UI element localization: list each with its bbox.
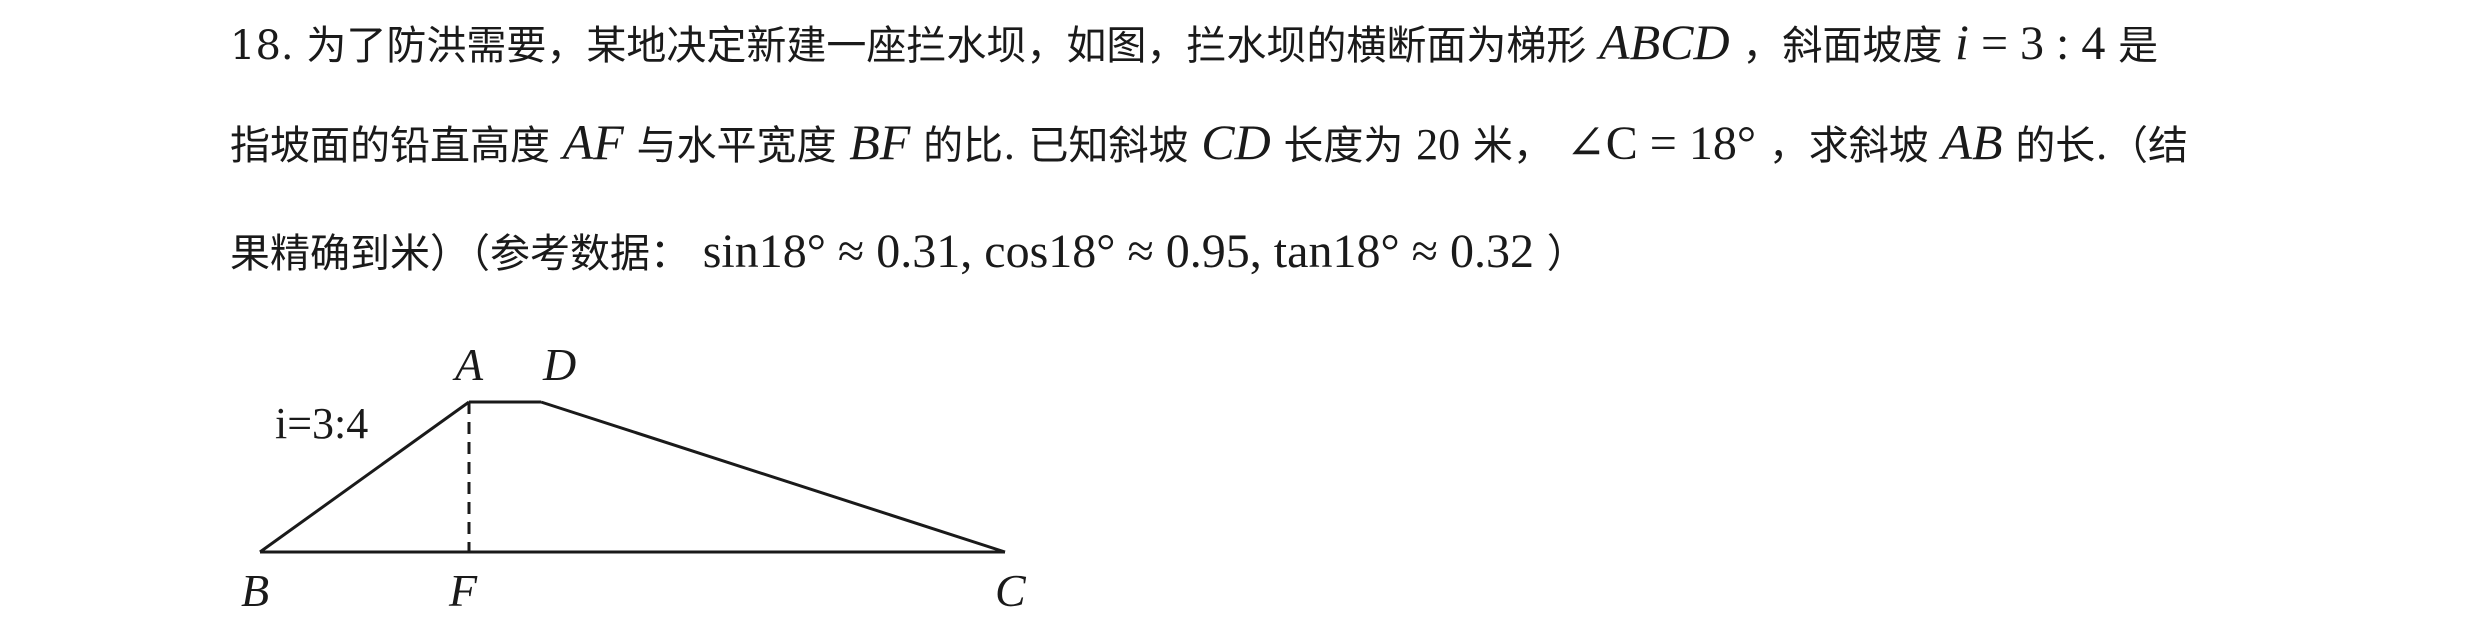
- text-segment: 与水平宽度: [636, 123, 837, 169]
- dam-cross-section-figure: A D B F C i=3:4: [225, 330, 1085, 630]
- text-segment: ，斜面坡度: [1742, 23, 1943, 69]
- trapezoid-outline: [259, 400, 1006, 554]
- math-af: AF: [562, 114, 624, 170]
- length-value: 20: [1416, 120, 1461, 169]
- problem-number: 18.: [230, 23, 294, 69]
- math-slope-ratio: = 3 : 4: [1968, 17, 2106, 70]
- math-cd: CD: [1201, 114, 1271, 170]
- text-segment: ，求斜坡: [1768, 123, 1929, 169]
- text-segment: 指坡面的铅直高度: [230, 123, 550, 169]
- text-segment: 是: [2118, 23, 2159, 69]
- problem-line-3: 果精确到米）（参考数据： sin18° ≈ 0.31, cos18° ≈ 0.9…: [230, 222, 1587, 284]
- math-trapezoid: ABCD: [1599, 14, 1730, 70]
- text-segment: 果精确到米）（参考数据：: [230, 231, 690, 277]
- label-C: C: [995, 565, 1027, 616]
- math-bf: BF: [849, 114, 911, 170]
- trapezoid-diagram: A D B F C i=3:4: [241, 339, 1027, 616]
- text-segment: 为了防洪需要，某地决定新建一座拦水坝，如图，拦水坝的横断面为梯形: [306, 23, 1587, 69]
- label-F: F: [448, 565, 478, 616]
- segment-DC: [540, 400, 1006, 554]
- label-A: A: [452, 339, 484, 390]
- slope-label: i=3:4: [275, 399, 368, 448]
- math-ab: AB: [1941, 114, 2003, 170]
- label-B: B: [241, 565, 269, 616]
- math-slope-symbol: i: [1955, 14, 1969, 70]
- text-segment: 米，: [1472, 123, 1553, 169]
- text-segment: 的长.（结: [2015, 123, 2189, 169]
- math-angle-c: ∠C = 18°: [1565, 117, 1757, 170]
- problem-line-2: 指坡面的铅直高度 AF 与水平宽度 BF 的比. 已知斜坡 CD 长度为 20 …: [230, 112, 2188, 176]
- label-D: D: [542, 339, 576, 390]
- text-segment: ）: [1546, 231, 1587, 277]
- text-segment: 长度为: [1283, 123, 1404, 169]
- problem-line-1: 18. 为了防洪需要，某地决定新建一座拦水坝，如图，拦水坝的横断面为梯形 ABC…: [230, 12, 2158, 76]
- reference-data: sin18° ≈ 0.31, cos18° ≈ 0.95, tan18° ≈ 0…: [702, 225, 1534, 278]
- text-segment: 的比. 已知斜坡: [923, 123, 1189, 169]
